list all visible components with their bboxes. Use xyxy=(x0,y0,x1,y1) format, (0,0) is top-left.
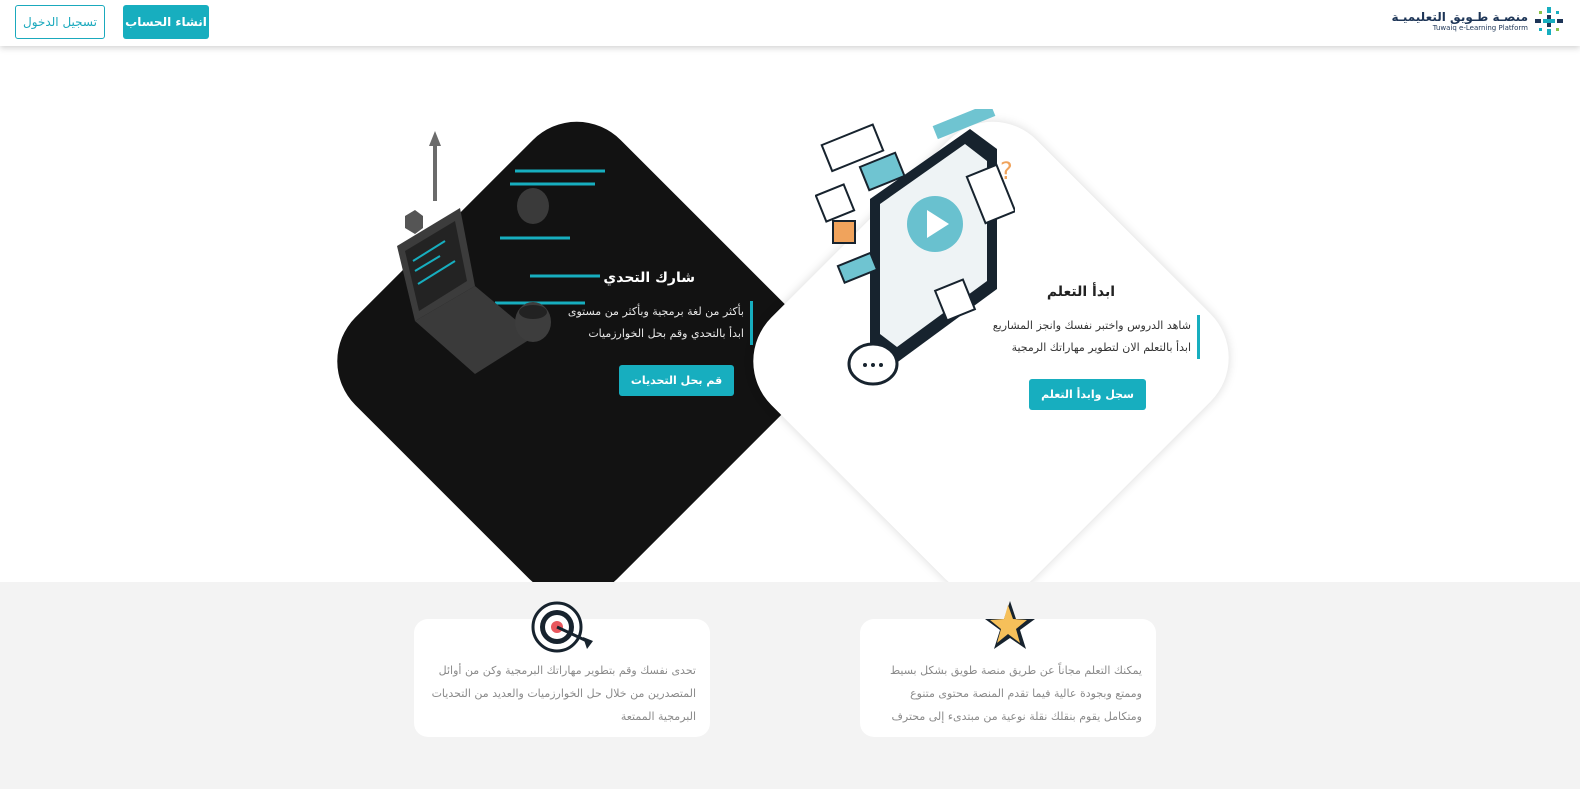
signup-button[interactable]: انشاء الحساب xyxy=(123,5,209,39)
logo-english: Tuwaiq e-Learning Platform xyxy=(1432,23,1528,32)
feature-card-challenge: تحدى نفسك وقم بتطوير مهاراتك البرمجية وك… xyxy=(414,601,710,737)
learn-line-1: شاهد الدروس واختبر نفسك وانجز المشاريع xyxy=(992,319,1191,332)
feature-card-learning: يمكنك التعلم مجاناً عن طريق منصة طويق بش… xyxy=(860,601,1156,737)
login-button[interactable]: تسجيل الدخول xyxy=(15,5,105,39)
challenge-title: شارك التحدي xyxy=(603,270,695,286)
tuwaiq-logo[interactable]: منصـة طـويق التعليميـة Tuwaiq e-Learning… xyxy=(1391,6,1564,36)
feature-text-challenge: تحدى نفسك وقم بتطوير مهاراتك البرمجية وك… xyxy=(431,664,696,723)
hero-section: شارك التحدي بأكثر من لغة برمجية وبأكثر م… xyxy=(0,46,1580,623)
learn-line-2: ابدأ بالتعلم الان لتطوير مهاراتك الرمجية xyxy=(1011,341,1191,354)
star-icon xyxy=(985,601,1035,649)
learn-content: ابدأ التعلم شاهد الدروس واختبر نفسك وانج… xyxy=(985,284,1200,410)
challenge-line-2: ابدأ بالتحدي وقم بحل الخوارزميات xyxy=(588,327,744,340)
top-navbar: تسجيل الدخول انشاء الحساب منصـة طـويق ال… xyxy=(0,0,1580,46)
register-start-learning-button[interactable]: سجل وابدأ التعلم xyxy=(1029,379,1146,410)
target-icon xyxy=(531,601,593,653)
logo-arabic: منصـة طـويق التعليميـة xyxy=(1391,9,1528,24)
logo-mark-icon xyxy=(1535,7,1563,35)
solve-challenges-button[interactable]: قم بحل التحديات xyxy=(618,365,735,396)
challenge-content: شارك التحدي بأكثر من لغة برمجية وبأكثر م… xyxy=(560,270,753,396)
learn-title: ابدأ التعلم xyxy=(1046,284,1115,300)
logo-text: منصـة طـويق التعليميـة Tuwaiq e-Learning… xyxy=(1391,11,1528,32)
learn-description: شاهد الدروس واختبر نفسك وانجز المشاريع ا… xyxy=(985,315,1200,359)
svg-text:?: ? xyxy=(1000,157,1013,185)
features-section: تحدى نفسك وقم بتطوير مهاراتك البرمجية وك… xyxy=(0,582,1580,789)
challenge-line-1: بأكثر من لغة برمجية وبأكثر من مستوى xyxy=(567,305,744,318)
feature-text-learning: يمكنك التعلم مجاناً عن طريق منصة طويق بش… xyxy=(889,664,1142,723)
challenge-description: بأكثر من لغة برمجية وبأكثر من مستوى ابدأ… xyxy=(560,301,753,345)
